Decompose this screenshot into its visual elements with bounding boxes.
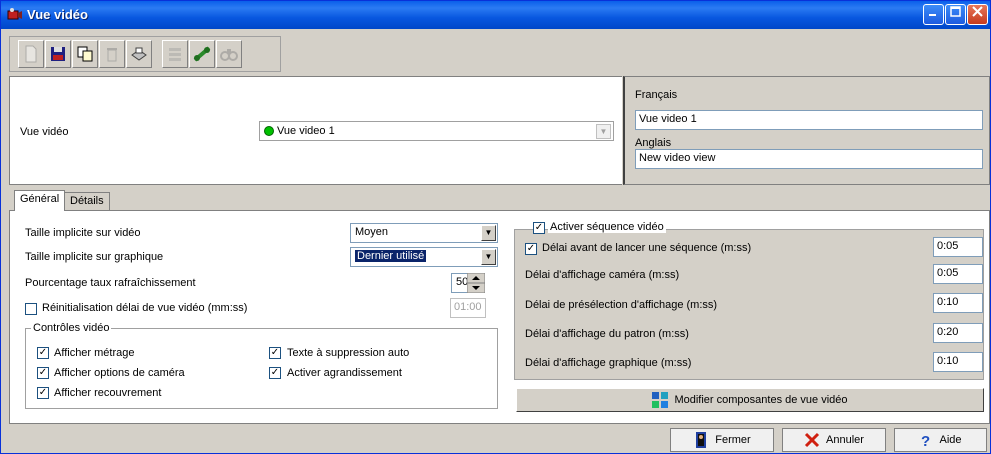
cancel-x-icon [804, 432, 820, 448]
delete-icon [107, 48, 117, 62]
new-icon [25, 45, 37, 63]
app-icon [7, 8, 22, 20]
print-button[interactable] [126, 40, 152, 68]
maximize-icon [950, 6, 961, 17]
close-icon [972, 6, 983, 17]
svg-text:?: ? [921, 433, 930, 448]
components-icon [652, 392, 669, 408]
cancel-button-label: Annuler [826, 434, 864, 446]
delete-button[interactable] [99, 40, 125, 68]
minimize-button[interactable] [923, 4, 944, 25]
new-button[interactable] [18, 40, 44, 68]
pattern-delay-label: Délai d'affichage du patron (m:ss) [525, 328, 689, 340]
close-button-label: Fermer [715, 434, 751, 446]
chevron-down-icon[interactable]: ▼ [481, 225, 496, 241]
show-footage-checkbox[interactable]: ✓ [37, 347, 49, 359]
reset-delay-input[interactable]: 01:00 [450, 298, 486, 318]
camera-delay-input[interactable]: 0:05 [933, 264, 983, 284]
list-icon [169, 48, 181, 61]
show-camera-options-checkbox[interactable]: ✓ [37, 367, 49, 379]
video-view-window: Vue vidéo Vue vidéo Vue video 1 ▼ França… [0, 0, 991, 454]
link-button[interactable] [189, 40, 215, 68]
help-button[interactable]: ? Aide [894, 428, 987, 452]
french-name-input[interactable]: Vue video 1 [635, 110, 983, 130]
close-window-button[interactable] [967, 4, 988, 25]
preset-delay-label: Délai de présélection d'affichage (m:ss) [525, 299, 718, 311]
find-icon [220, 49, 238, 61]
title-bar[interactable]: Vue vidéo [1, 1, 990, 29]
french-label: Français [635, 89, 678, 101]
status-dot-icon [264, 126, 274, 136]
list-button[interactable] [162, 40, 188, 68]
graphic-delay-input[interactable]: 0:10 [933, 352, 983, 372]
size-graph-value: Dernier utilisé [355, 250, 427, 262]
size-video-label: Taille implicite sur vidéo [25, 227, 141, 239]
tab-general[interactable]: Général [14, 190, 66, 211]
link-icon [193, 46, 211, 62]
sequence-delay-checkbox[interactable]: ✓ [525, 243, 537, 255]
show-camera-options-label: Afficher options de caméra [54, 367, 185, 379]
show-overlay-label: Afficher recouvrement [54, 387, 162, 399]
enable-zoom-label: Activer agrandissement [287, 367, 402, 379]
close-button[interactable]: Fermer [670, 428, 774, 452]
pattern-delay-input[interactable]: 0:20 [933, 323, 983, 343]
reset-delay-checkbox[interactable] [25, 303, 37, 315]
enable-zoom-checkbox[interactable]: ✓ [269, 367, 281, 379]
view-select[interactable]: Vue video 1 ▼ [259, 121, 614, 141]
help-button-label: Aide [939, 434, 962, 446]
maximize-button[interactable] [945, 4, 966, 25]
copy-button[interactable] [72, 40, 98, 68]
tab-details[interactable]: Détails [64, 192, 110, 210]
exit-door-icon [696, 432, 707, 448]
size-video-select[interactable]: Moyen ▼ [350, 223, 498, 243]
auto-delete-text-label: Texte à suppression auto [287, 347, 410, 359]
auto-delete-text-checkbox[interactable]: ✓ [269, 347, 281, 359]
english-name-input[interactable]: New video view [635, 149, 983, 169]
graphic-delay-label: Délai d'affichage graphique (m:ss) [525, 357, 692, 369]
chevron-down-icon[interactable]: ▼ [596, 124, 611, 139]
spin-up-down-icon [466, 272, 486, 294]
toolbar [9, 36, 281, 72]
print-icon [131, 47, 147, 61]
minimize-icon [929, 14, 936, 16]
video-controls-title: Contrôles vidéo [31, 322, 112, 334]
view-label: Vue vidéo [20, 126, 69, 138]
enable-sequence-checkbox[interactable]: ✓ [533, 222, 545, 234]
size-graph-select[interactable]: Dernier utilisé ▼ [350, 247, 498, 267]
save-button[interactable] [45, 40, 71, 68]
enable-sequence-label: Activer séquence vidéo [548, 221, 666, 233]
reset-delay-label: Réinitialisation délai de vue vidéo (mm:… [42, 302, 248, 314]
sequence-delay-input[interactable]: 0:05 [933, 237, 983, 257]
window-title: Vue vidéo [27, 7, 88, 22]
show-footage-label: Afficher métrage [54, 347, 135, 359]
show-overlay-checkbox[interactable]: ✓ [37, 387, 49, 399]
refresh-label: Pourcentage taux rafraîchissement [25, 277, 196, 289]
find-button[interactable] [216, 40, 242, 68]
chevron-down-icon[interactable]: ▼ [481, 249, 496, 265]
preset-delay-input[interactable]: 0:10 [933, 293, 983, 313]
english-label: Anglais [635, 137, 672, 149]
save-icon [51, 47, 65, 61]
cancel-button[interactable]: Annuler [782, 428, 886, 452]
view-select-value: Vue video 1 [277, 125, 335, 137]
copy-icon [77, 46, 93, 62]
modify-components-label: Modifier composantes de vue vidéo [674, 394, 848, 406]
sequence-delay-label: Délai avant de lancer une séquence (m:ss… [542, 242, 752, 254]
camera-delay-label: Délai d'affichage caméra (m:ss) [525, 269, 680, 281]
size-video-value: Moyen [355, 226, 389, 238]
size-graph-label: Taille implicite sur graphique [25, 251, 164, 263]
refresh-spin-buttons[interactable] [466, 272, 486, 294]
modify-components-button[interactable]: Modifier composantes de vue vidéo [516, 388, 984, 412]
help-icon: ? [921, 433, 930, 448]
